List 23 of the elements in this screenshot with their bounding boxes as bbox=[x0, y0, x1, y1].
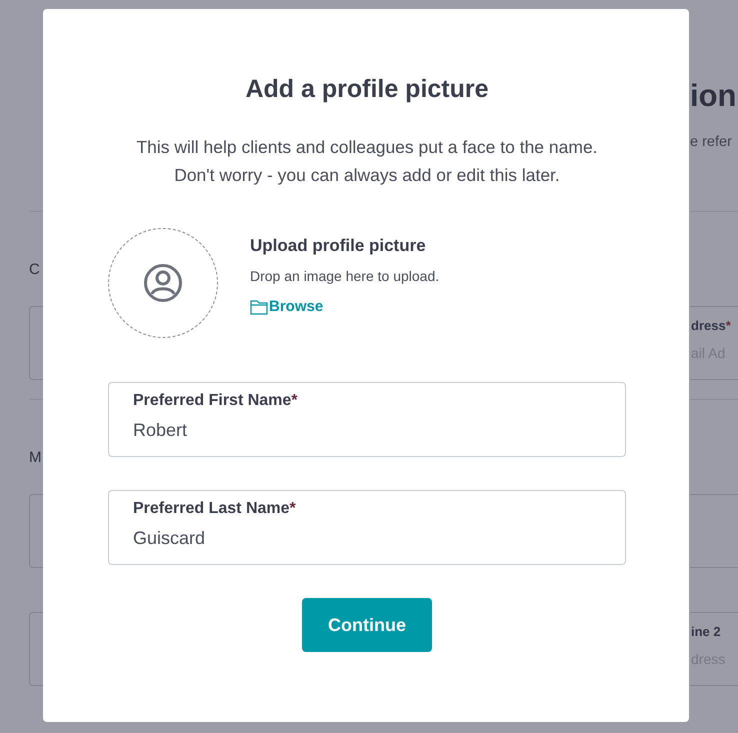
upload-hint: Drop an image here to upload. bbox=[250, 268, 440, 284]
description-text: This will help clients and colleagues put a face to the name. bbox=[136, 136, 598, 159]
upload-title: Upload profile picture bbox=[250, 236, 426, 256]
text-field[interactable] bbox=[690, 494, 738, 568]
text-field[interactable]: Preferred First Name* Robert bbox=[108, 382, 626, 457]
browse-link[interactable]: Browse bbox=[269, 298, 324, 315]
field-label: ine 2 bbox=[691, 624, 722, 639]
continue-button[interactable]: Continue bbox=[302, 598, 432, 652]
page-subtitle: e refer bbox=[690, 134, 733, 150]
field-label: dress* bbox=[691, 318, 732, 333]
field-label: Preferred First Name* bbox=[133, 392, 298, 410]
page-title: ion bbox=[690, 78, 738, 114]
field-value: Guiscard bbox=[133, 528, 206, 549]
folder-icon bbox=[250, 298, 268, 314]
dialog-title: Add a profile picture bbox=[244, 75, 490, 104]
field-label: Preferred Last Name* bbox=[133, 500, 296, 518]
user-icon bbox=[143, 263, 183, 303]
avatar-drop-zone[interactable] bbox=[108, 228, 218, 338]
text-field[interactable]: Preferred Last Name* Guiscard bbox=[108, 490, 626, 565]
field-value: Robert bbox=[133, 420, 188, 441]
section-heading: C bbox=[29, 260, 41, 280]
section-heading: M bbox=[29, 448, 42, 468]
description-text: Don't worry - you can always add or edit this later. bbox=[174, 164, 560, 187]
